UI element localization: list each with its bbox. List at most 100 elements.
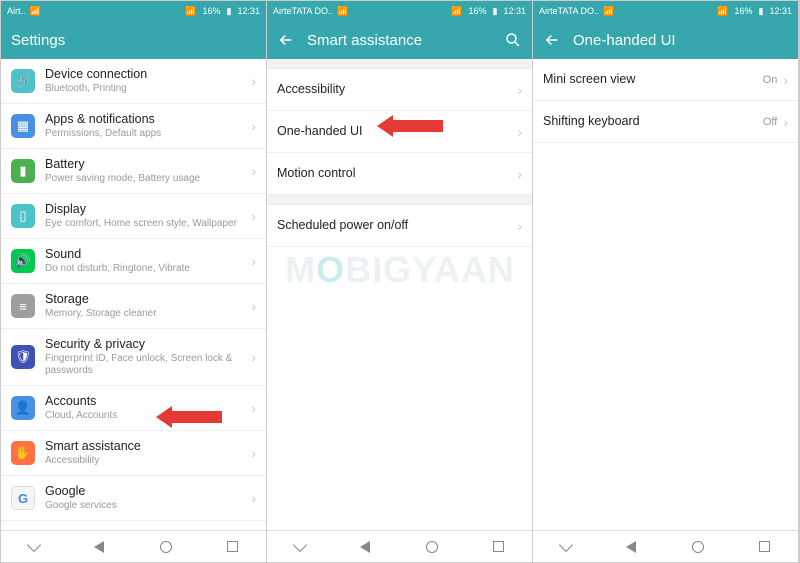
one-handed-list[interactable]: Mini screen view On › Shifting keyboard … [533, 59, 798, 530]
row-shifting-keyboard[interactable]: Shifting keyboard Off › [533, 101, 798, 143]
search-button[interactable] [504, 31, 522, 49]
nav-recent[interactable] [493, 541, 504, 552]
chevron-right-icon: › [517, 218, 522, 234]
nav-home[interactable] [692, 541, 704, 553]
chevron-right-icon: › [251, 73, 256, 89]
battery-pct: 16% [203, 6, 221, 16]
row-accessibility[interactable]: Accessibility › [267, 69, 532, 111]
row-title: Apps & notifications [45, 112, 245, 127]
chevron-right-icon: › [251, 118, 256, 134]
row-sub: Fingerprint ID, Face unlock, Screen lock… [45, 353, 245, 377]
row-title: One-handed UI [277, 124, 511, 139]
row-sound[interactable]: 🔊 SoundDo not disturb, Ringtone, Vibrate… [1, 239, 266, 284]
app-frame: Airt..📶 📶16%▮12:31 Settings 🔗 Device con… [0, 0, 800, 563]
row-title: Storage [45, 292, 245, 307]
row-google[interactable]: G GoogleGoogle services › [1, 476, 266, 521]
row-sub: Google services [45, 500, 245, 512]
page-title: Settings [11, 32, 256, 49]
battery-pct: 16% [735, 6, 753, 16]
row-mini-screen[interactable]: Mini screen view On › [533, 59, 798, 101]
nav-dropdown[interactable] [295, 540, 305, 553]
row-title: Google [45, 484, 245, 499]
wifi-icon: 📶 [185, 6, 196, 17]
row-scheduled-power[interactable]: Scheduled power on/off › [267, 205, 532, 247]
chevron-right-icon: › [251, 349, 256, 365]
chevron-right-icon: › [251, 445, 256, 461]
row-sub: Cloud, Accounts [45, 410, 245, 422]
row-title: Device connection [45, 67, 245, 82]
row-title: Security & privacy [45, 337, 245, 352]
row-smart-assistance[interactable]: ✋ Smart assistanceAccessibility › [1, 431, 266, 476]
row-title: System [45, 529, 245, 530]
nav-dropdown[interactable] [561, 540, 571, 553]
carrier-label: AirteTATA DO.. [273, 6, 333, 16]
chevron-right-icon: › [251, 163, 256, 179]
row-title: Scheduled power on/off [277, 218, 511, 233]
row-device-connection[interactable]: 🔗 Device connectionBluetooth, Printing › [1, 59, 266, 104]
chevron-right-icon: › [251, 208, 256, 224]
person-icon: 👤 [11, 396, 35, 420]
clock: 12:31 [769, 6, 792, 16]
status-bar: AirteTATA DO..📶 📶16%▮12:31 [267, 1, 532, 21]
signal-icon: 📶 [337, 6, 348, 17]
clock: 12:31 [503, 6, 526, 16]
panel-smart-assistance: AirteTATA DO..📶 📶16%▮12:31 Smart assista… [267, 1, 533, 562]
nav-recent[interactable] [227, 541, 238, 552]
nav-recent[interactable] [759, 541, 770, 552]
row-system[interactable]: ⓘ SystemSystem navigation, System update… [1, 521, 266, 530]
nav-bar [533, 530, 798, 562]
row-motion-control[interactable]: Motion control › [267, 153, 532, 195]
back-button[interactable] [277, 31, 295, 49]
row-storage[interactable]: ≡ StorageMemory, Storage cleaner › [1, 284, 266, 329]
row-title: Accessibility [277, 82, 511, 97]
row-title: Display [45, 202, 245, 217]
row-title: Mini screen view [543, 72, 757, 87]
row-battery[interactable]: ▮ BatteryPower saving mode, Battery usag… [1, 149, 266, 194]
row-security[interactable]: 🛡 Security & privacyFingerprint ID, Face… [1, 329, 266, 386]
row-sub: Permissions, Default apps [45, 128, 245, 140]
row-title: Accounts [45, 394, 245, 409]
row-sub: Bluetooth, Printing [45, 83, 245, 95]
chevron-right-icon: › [783, 72, 788, 88]
chevron-right-icon: › [251, 298, 256, 314]
appbar-smart-assistance: Smart assistance [267, 21, 532, 59]
row-apps-notifications[interactable]: ▦ Apps & notificationsPermissions, Defau… [1, 104, 266, 149]
clock: 12:31 [237, 6, 260, 16]
row-title: Shifting keyboard [543, 114, 757, 129]
row-accounts[interactable]: 👤 AccountsCloud, Accounts › [1, 386, 266, 431]
battery-icon: ▮ [11, 159, 35, 183]
page-title: One-handed UI [573, 32, 788, 49]
appbar-one-handed: One-handed UI [533, 21, 798, 59]
nav-back[interactable] [94, 541, 104, 553]
battery-icon: ▮ [227, 6, 232, 17]
row-title: Smart assistance [45, 439, 245, 454]
row-one-handed-ui[interactable]: One-handed UI › [267, 111, 532, 153]
row-sub: Memory, Storage cleaner [45, 308, 245, 320]
nav-bar [267, 530, 532, 562]
nav-home[interactable] [160, 541, 172, 553]
chevron-right-icon: › [251, 490, 256, 506]
back-button[interactable] [543, 31, 561, 49]
panel-one-handed-ui: AirteTATA DO..📶 📶16%▮12:31 One-handed UI… [533, 1, 799, 562]
row-title: Motion control [277, 166, 511, 181]
nav-back[interactable] [360, 541, 370, 553]
settings-list[interactable]: 🔗 Device connectionBluetooth, Printing ›… [1, 59, 266, 530]
wifi-icon: 📶 [717, 6, 728, 17]
battery-icon: ▮ [493, 6, 498, 17]
nav-home[interactable] [426, 541, 438, 553]
nav-back[interactable] [626, 541, 636, 553]
signal-icon: 📶 [30, 6, 41, 17]
nav-dropdown[interactable] [29, 540, 39, 553]
battery-icon: ▮ [759, 6, 764, 17]
status-bar: AirteTATA DO..📶 📶16%▮12:31 [533, 1, 798, 21]
battery-pct: 16% [469, 6, 487, 16]
display-icon: ▯ [11, 204, 35, 228]
row-value: On [763, 74, 778, 86]
chevron-right-icon: › [517, 82, 522, 98]
apps-icon: ▦ [11, 114, 35, 138]
smart-assistance-list[interactable]: Accessibility › One-handed UI › Motion c… [267, 59, 532, 530]
row-sub: Power saving mode, Battery usage [45, 173, 245, 185]
row-display[interactable]: ▯ DisplayEye comfort, Home screen style,… [1, 194, 266, 239]
status-bar: Airt..📶 📶16%▮12:31 [1, 1, 266, 21]
row-title: Battery [45, 157, 245, 172]
